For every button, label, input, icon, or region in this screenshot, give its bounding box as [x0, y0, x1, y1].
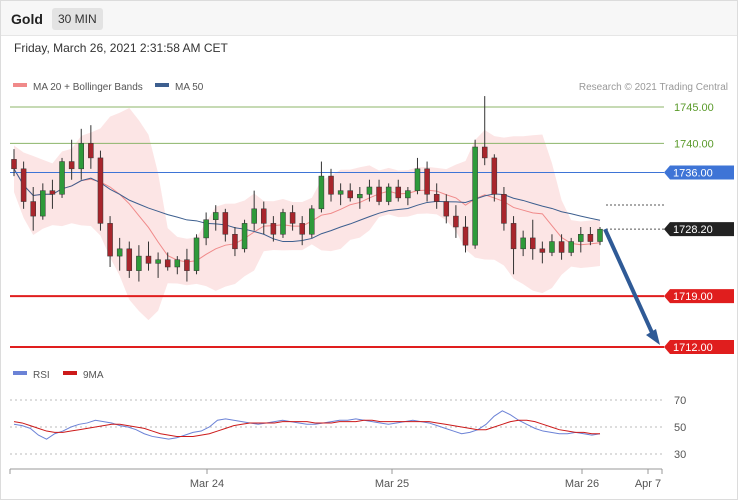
x-tick-label: Mar 24 [190, 478, 224, 490]
x-axis-ticks: Mar 24 Mar 25 Mar 26 Apr 7 [9, 469, 663, 490]
candle [241, 219, 248, 253]
ma50-legend-label: MA 50 [175, 82, 204, 93]
level-label-1728.20: 1728.20 [673, 224, 713, 236]
candle [309, 205, 315, 238]
rsi-line [13, 410, 601, 440]
level-tag-1736.00: 1736.00 [664, 165, 734, 180]
ma9-legend-swatch [63, 371, 77, 375]
candle [491, 154, 498, 202]
forecast-arrow [603, 228, 660, 345]
forecast-arrow-shaft [603, 228, 656, 338]
ma20-legend-swatch [13, 83, 27, 87]
level-label-1736.00: 1736.00 [673, 167, 713, 179]
candle [472, 139, 478, 249]
candle [59, 157, 65, 198]
rsi-legend-label: RSI [33, 370, 50, 381]
rsi-panel: 70 50 30 [10, 395, 686, 461]
candle [318, 161, 325, 213]
price-chart: MA 20 + Bollinger Bands MA 50 Research ©… [9, 82, 734, 490]
candle [280, 208, 286, 238]
rsi-tick-label-70: 70 [674, 395, 686, 407]
ma20-legend-label: MA 20 + Bollinger Bands [33, 82, 143, 93]
x-tick-label: Mar 26 [565, 478, 599, 490]
rsi-legend-swatch [13, 371, 27, 375]
credit-text: Research © 2021 Trading Central [579, 82, 728, 93]
candle [414, 157, 421, 195]
level-tag-1712.00: 1712.00 [664, 340, 734, 354]
rsi-ma9-line [13, 419, 600, 437]
ma9-legend-label: 9MA [83, 370, 104, 381]
level-label-1740.00: 1740.00 [674, 138, 714, 150]
candle [193, 234, 200, 275]
x-tick-label: Apr 7 [635, 478, 661, 490]
level-label-1719.00: 1719.00 [673, 291, 713, 303]
candle [481, 96, 488, 166]
candle [20, 161, 27, 209]
level-tag-1719.00: 1719.00 [664, 289, 734, 304]
level-tag-1728.20: 1728.20 [664, 222, 734, 237]
price-level-labels: 1745.00 1740.00 1736.00 1728.20 1719.00 1712.… [664, 102, 734, 354]
ma50-legend-swatch [155, 83, 169, 87]
level-label-1712.00: 1712.00 [673, 342, 713, 354]
forecast-arrow-head [646, 329, 660, 345]
candle [97, 150, 104, 231]
rsi-tick-label-30: 30 [674, 449, 686, 461]
level-label-1745.00: 1745.00 [674, 102, 714, 114]
x-tick-label: Mar 25 [375, 478, 409, 490]
rsi-tick-label-50: 50 [674, 422, 686, 434]
